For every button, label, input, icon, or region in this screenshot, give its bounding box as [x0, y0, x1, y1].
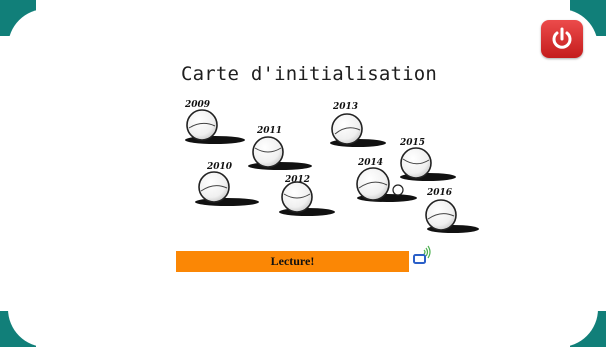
ball-year-label: 2013	[332, 102, 358, 112]
petanque-balls-illustration: 2009 2011 2013 2015 2010 2012 2014 2016	[184, 100, 479, 233]
ball-2013: 2013	[330, 102, 386, 147]
power-button[interactable]	[541, 20, 583, 58]
ball-year-label: 2010	[206, 162, 233, 172]
page-title: Carte d'initialisation	[181, 63, 438, 85]
read-button[interactable]: Lecture!	[176, 251, 409, 272]
ball-2009: 2009	[184, 100, 245, 144]
ball-year-label: 2014	[357, 158, 383, 168]
ball-2016: 2016	[425, 188, 479, 233]
ball-year-label: 2009	[184, 100, 211, 110]
ball-year-label: 2015	[399, 138, 425, 148]
ball-2010: 2010	[195, 162, 259, 206]
ball-2011: 2011	[248, 126, 312, 170]
ball-2012: 2012	[279, 175, 335, 216]
ball-year-label: 2016	[426, 188, 453, 198]
app-window: Carte d'initialisation 2009 2011 2013 20…	[0, 0, 606, 347]
power-icon	[552, 27, 572, 49]
ball-2015: 2015	[399, 138, 456, 181]
ball-year-label: 2011	[256, 126, 282, 136]
ball-year-label: 2012	[284, 175, 310, 185]
nfc-card-icon	[413, 245, 431, 264]
